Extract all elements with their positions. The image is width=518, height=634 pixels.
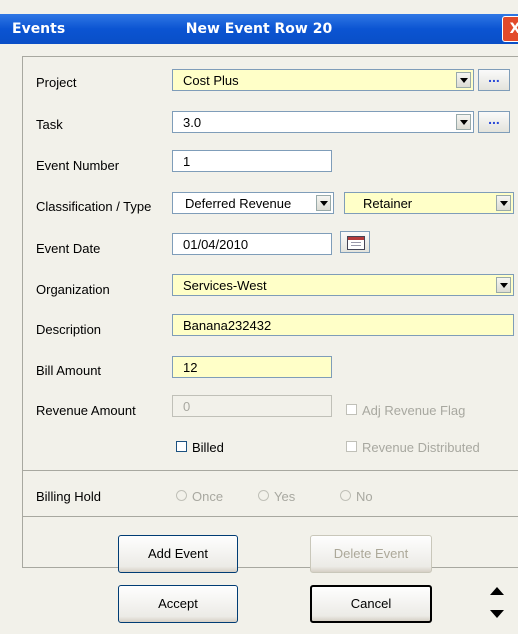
- chevron-down-icon[interactable]: [496, 277, 511, 293]
- task-label: Task: [36, 117, 63, 132]
- description-label: Description: [36, 322, 102, 337]
- project-value: Cost Plus: [183, 73, 239, 88]
- window-title: New Event Row 20: [185, 21, 333, 37]
- billed-label: Billed: [192, 440, 224, 455]
- type-value: Retainer: [363, 196, 413, 211]
- bill-amount-label: Bill Amount: [36, 363, 102, 378]
- classification-select[interactable]: Deferred Revenue: [172, 192, 334, 214]
- calendar-icon: [347, 236, 365, 250]
- event-number-input[interactable]: 1: [172, 150, 332, 172]
- add-event-button[interactable]: Add Event: [118, 535, 238, 573]
- project-label: Project: [36, 75, 77, 90]
- adj-revenue-flag-checkbox[interactable]: [346, 404, 357, 415]
- scroll-down-button[interactable]: [483, 598, 513, 634]
- arrow-down-icon: [490, 610, 504, 618]
- organization-value: Services-West: [183, 278, 267, 293]
- revenue-amount-label: Revenue Amount: [36, 403, 136, 418]
- description-input[interactable]: Banana232432: [172, 314, 514, 336]
- billing-hold-yes-label: Yes: [274, 489, 296, 504]
- billing-hold-label: Billing Hold: [36, 489, 102, 504]
- revenue-amount-input[interactable]: 0: [172, 395, 332, 417]
- type-select[interactable]: Retainer: [344, 192, 514, 214]
- task-value: 3.0: [183, 115, 202, 130]
- billing-hold-top-divider: [22, 470, 518, 471]
- revenue-distributed-checkbox[interactable]: [346, 441, 357, 452]
- classification-label: Classification / Type: [36, 199, 152, 214]
- chevron-down-icon[interactable]: [456, 72, 471, 88]
- event-date-label: Event Date: [36, 241, 101, 256]
- event-date-input[interactable]: 01/04/2010: [172, 233, 332, 255]
- project-select[interactable]: Cost Plus: [172, 69, 474, 91]
- chevron-down-icon[interactable]: [496, 195, 511, 211]
- billed-checkbox[interactable]: [176, 441, 187, 452]
- chevron-down-icon[interactable]: [456, 114, 471, 130]
- task-lookup-button[interactable]: ...: [478, 111, 510, 133]
- billing-hold-once-label: Once: [192, 489, 224, 504]
- billing-hold-no-radio[interactable]: [340, 490, 351, 501]
- bill-amount-input[interactable]: 12: [172, 356, 332, 378]
- cancel-button[interactable]: Cancel: [310, 585, 432, 623]
- event-number-label: Event Number: [36, 158, 120, 173]
- organization-label: Organization: [36, 282, 110, 297]
- date-picker-button[interactable]: [340, 231, 370, 253]
- organization-select[interactable]: Services-West: [172, 274, 514, 296]
- task-select[interactable]: 3.0: [172, 111, 474, 133]
- delete-event-button[interactable]: Delete Event: [310, 535, 432, 573]
- billing-hold-bottom-divider: [22, 516, 518, 517]
- adj-revenue-flag-label: Adj Revenue Flag: [362, 403, 466, 418]
- revenue-distributed-label: Revenue Distributed: [362, 440, 480, 455]
- billing-hold-once-radio[interactable]: [176, 490, 187, 501]
- arrow-up-icon: [490, 587, 504, 595]
- chevron-down-icon[interactable]: [316, 195, 331, 211]
- billing-hold-yes-radio[interactable]: [258, 490, 269, 501]
- classification-value: Deferred Revenue: [185, 196, 292, 211]
- billing-hold-no-label: No: [356, 489, 373, 504]
- title-bar: Events New Event Row 20 X: [0, 14, 518, 44]
- close-button[interactable]: X: [502, 16, 518, 42]
- accept-button[interactable]: Accept: [118, 585, 238, 623]
- project-lookup-button[interactable]: ...: [478, 69, 510, 91]
